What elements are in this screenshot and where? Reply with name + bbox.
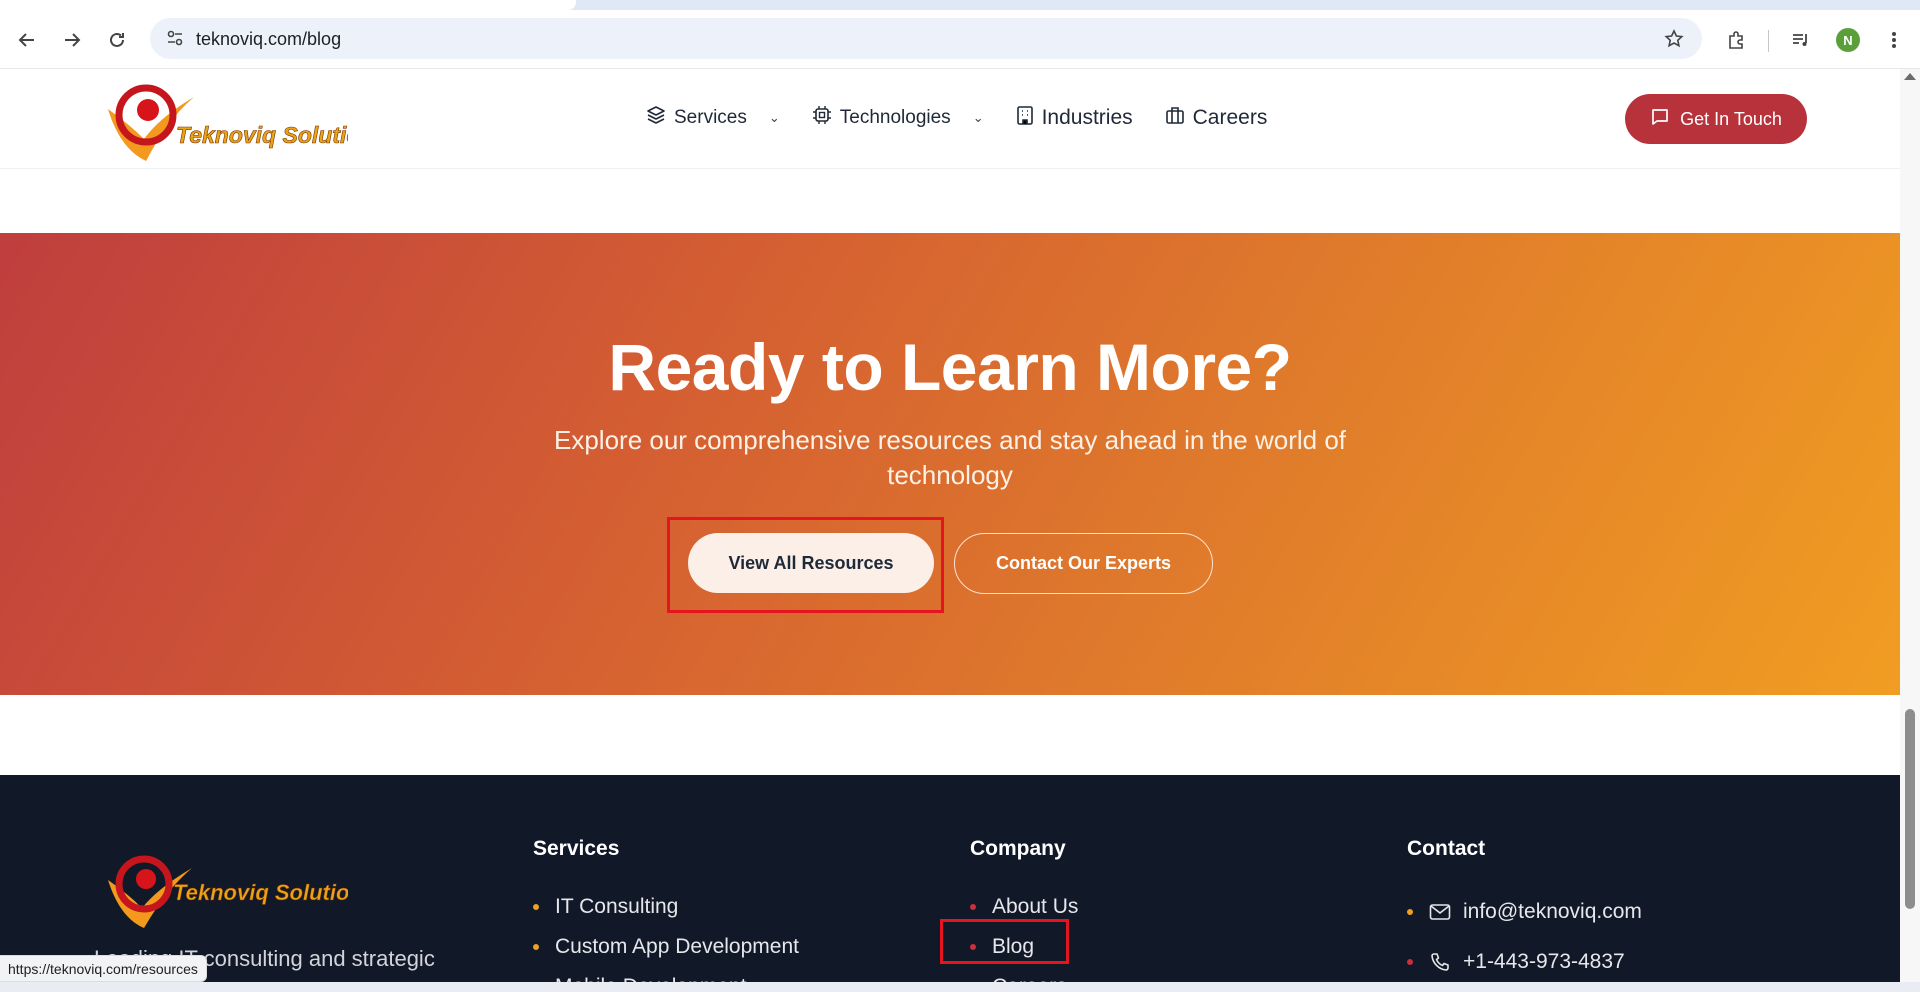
footer-link[interactable]: Custom App Development bbox=[533, 927, 799, 967]
highlight-box bbox=[940, 919, 1069, 964]
footer-link-label: Custom App Development bbox=[555, 935, 799, 958]
back-icon[interactable] bbox=[14, 27, 40, 53]
active-tab[interactable] bbox=[0, 0, 576, 10]
nav-services-label: Services bbox=[674, 107, 747, 128]
nav-services[interactable]: Services ⌄ bbox=[646, 105, 780, 131]
footer-company-heading: Company bbox=[970, 837, 1066, 860]
footer-logo[interactable]: Teknoviq Solutions bbox=[98, 850, 375, 930]
contact-our-experts-button[interactable]: Contact Our Experts bbox=[954, 533, 1213, 594]
banner-subtitle: Explore our comprehensive resources and … bbox=[554, 425, 1346, 490]
layers-icon bbox=[646, 105, 666, 131]
link-status-bubble: https://teknoviq.com/resources bbox=[0, 955, 207, 982]
logo-wordmark: Teknoviq Solutions bbox=[176, 122, 348, 148]
profile-avatar[interactable]: N bbox=[1836, 28, 1860, 52]
message-icon bbox=[1650, 107, 1670, 132]
browser-toolbar: teknoviq.com/blog N bbox=[0, 10, 1920, 69]
footer-services-heading: Services bbox=[533, 837, 620, 860]
page-scrollbar[interactable] bbox=[1900, 69, 1920, 982]
footer-link-label: IT Consulting bbox=[555, 895, 679, 918]
cpu-icon bbox=[812, 105, 832, 131]
footer-email-text: info@teknoviq.com bbox=[1463, 900, 1642, 923]
nav-careers-label: Careers bbox=[1192, 106, 1268, 129]
bullet-dot bbox=[970, 904, 976, 910]
get-in-touch-label: Get In Touch bbox=[1680, 108, 1782, 129]
bullet-dot bbox=[533, 944, 539, 950]
footer-services-column: Services IT Consulting Custom App Develo… bbox=[533, 837, 799, 992]
view-all-resources-button[interactable]: View All Resources bbox=[688, 533, 934, 593]
more-menu-icon[interactable] bbox=[1881, 27, 1907, 53]
nav-careers[interactable]: Careers bbox=[1165, 105, 1268, 131]
scrollbar-thumb[interactable] bbox=[1905, 709, 1915, 909]
reload-icon[interactable] bbox=[104, 27, 130, 53]
briefcase-icon bbox=[1165, 105, 1185, 131]
scroll-up-arrow-icon[interactable] bbox=[1904, 73, 1916, 80]
extensions-icon[interactable] bbox=[1724, 27, 1750, 53]
mail-icon bbox=[1429, 901, 1451, 923]
get-in-touch-button[interactable]: Get In Touch bbox=[1625, 94, 1807, 144]
footer-logo-wordmark: Teknoviq Solutions bbox=[173, 880, 348, 905]
chevron-down-icon[interactable]: ⌄ bbox=[769, 110, 780, 126]
chevron-down-icon[interactable]: ⌄ bbox=[973, 110, 984, 126]
footer-contact-heading: Contact bbox=[1407, 837, 1486, 860]
footer-contact-column: Contact info@teknoviq.com +1-443-973-483… bbox=[1407, 837, 1642, 987]
forward-icon[interactable] bbox=[59, 27, 85, 53]
footer-link[interactable]: IT Consulting bbox=[533, 887, 799, 927]
bullet-dot bbox=[1407, 959, 1413, 965]
main-nav: Services ⌄ Technologies ⌄ Industries Car… bbox=[646, 105, 1299, 131]
nav-technologies[interactable]: Technologies ⌄ bbox=[812, 105, 984, 131]
site-header: Teknoviq Solutions Services ⌄ Technologi… bbox=[0, 69, 1900, 169]
taskbar bbox=[0, 982, 1920, 992]
phone-icon bbox=[1429, 951, 1451, 973]
bullet-dot bbox=[533, 904, 539, 910]
footer-phone-link[interactable]: +1-443-973-4837 bbox=[1407, 937, 1642, 987]
media-control-icon[interactable] bbox=[1788, 27, 1814, 53]
toolbar-separator bbox=[1768, 30, 1769, 52]
bookmark-star-icon[interactable] bbox=[1662, 27, 1686, 51]
footer-company-column: Company About Us Blog Careers bbox=[970, 837, 1078, 992]
footer-link-label: About Us bbox=[992, 895, 1079, 918]
building-icon bbox=[1016, 105, 1034, 131]
cta-banner: Ready to Learn More? Explore our compreh… bbox=[0, 233, 1900, 695]
nav-technologies-label: Technologies bbox=[839, 107, 951, 128]
address-bar[interactable]: teknoviq.com/blog bbox=[150, 18, 1702, 59]
footer-email-link[interactable]: info@teknoviq.com bbox=[1407, 887, 1642, 937]
bullet-dot bbox=[1407, 909, 1413, 915]
footer-phone-text: +1-443-973-4837 bbox=[1463, 950, 1625, 973]
browser-window: teknoviq.com/blog N Teknoviq Solutions bbox=[0, 0, 1920, 992]
banner-title: Ready to Learn More? bbox=[608, 330, 1292, 404]
nav-industries[interactable]: Industries bbox=[1016, 105, 1133, 131]
tab-strip bbox=[0, 0, 1920, 10]
site-settings-icon[interactable] bbox=[164, 27, 186, 49]
nav-industries-label: Industries bbox=[1041, 106, 1133, 129]
url-text[interactable]: teknoviq.com/blog bbox=[196, 29, 341, 50]
site-logo[interactable]: Teknoviq Solutions bbox=[98, 79, 388, 163]
